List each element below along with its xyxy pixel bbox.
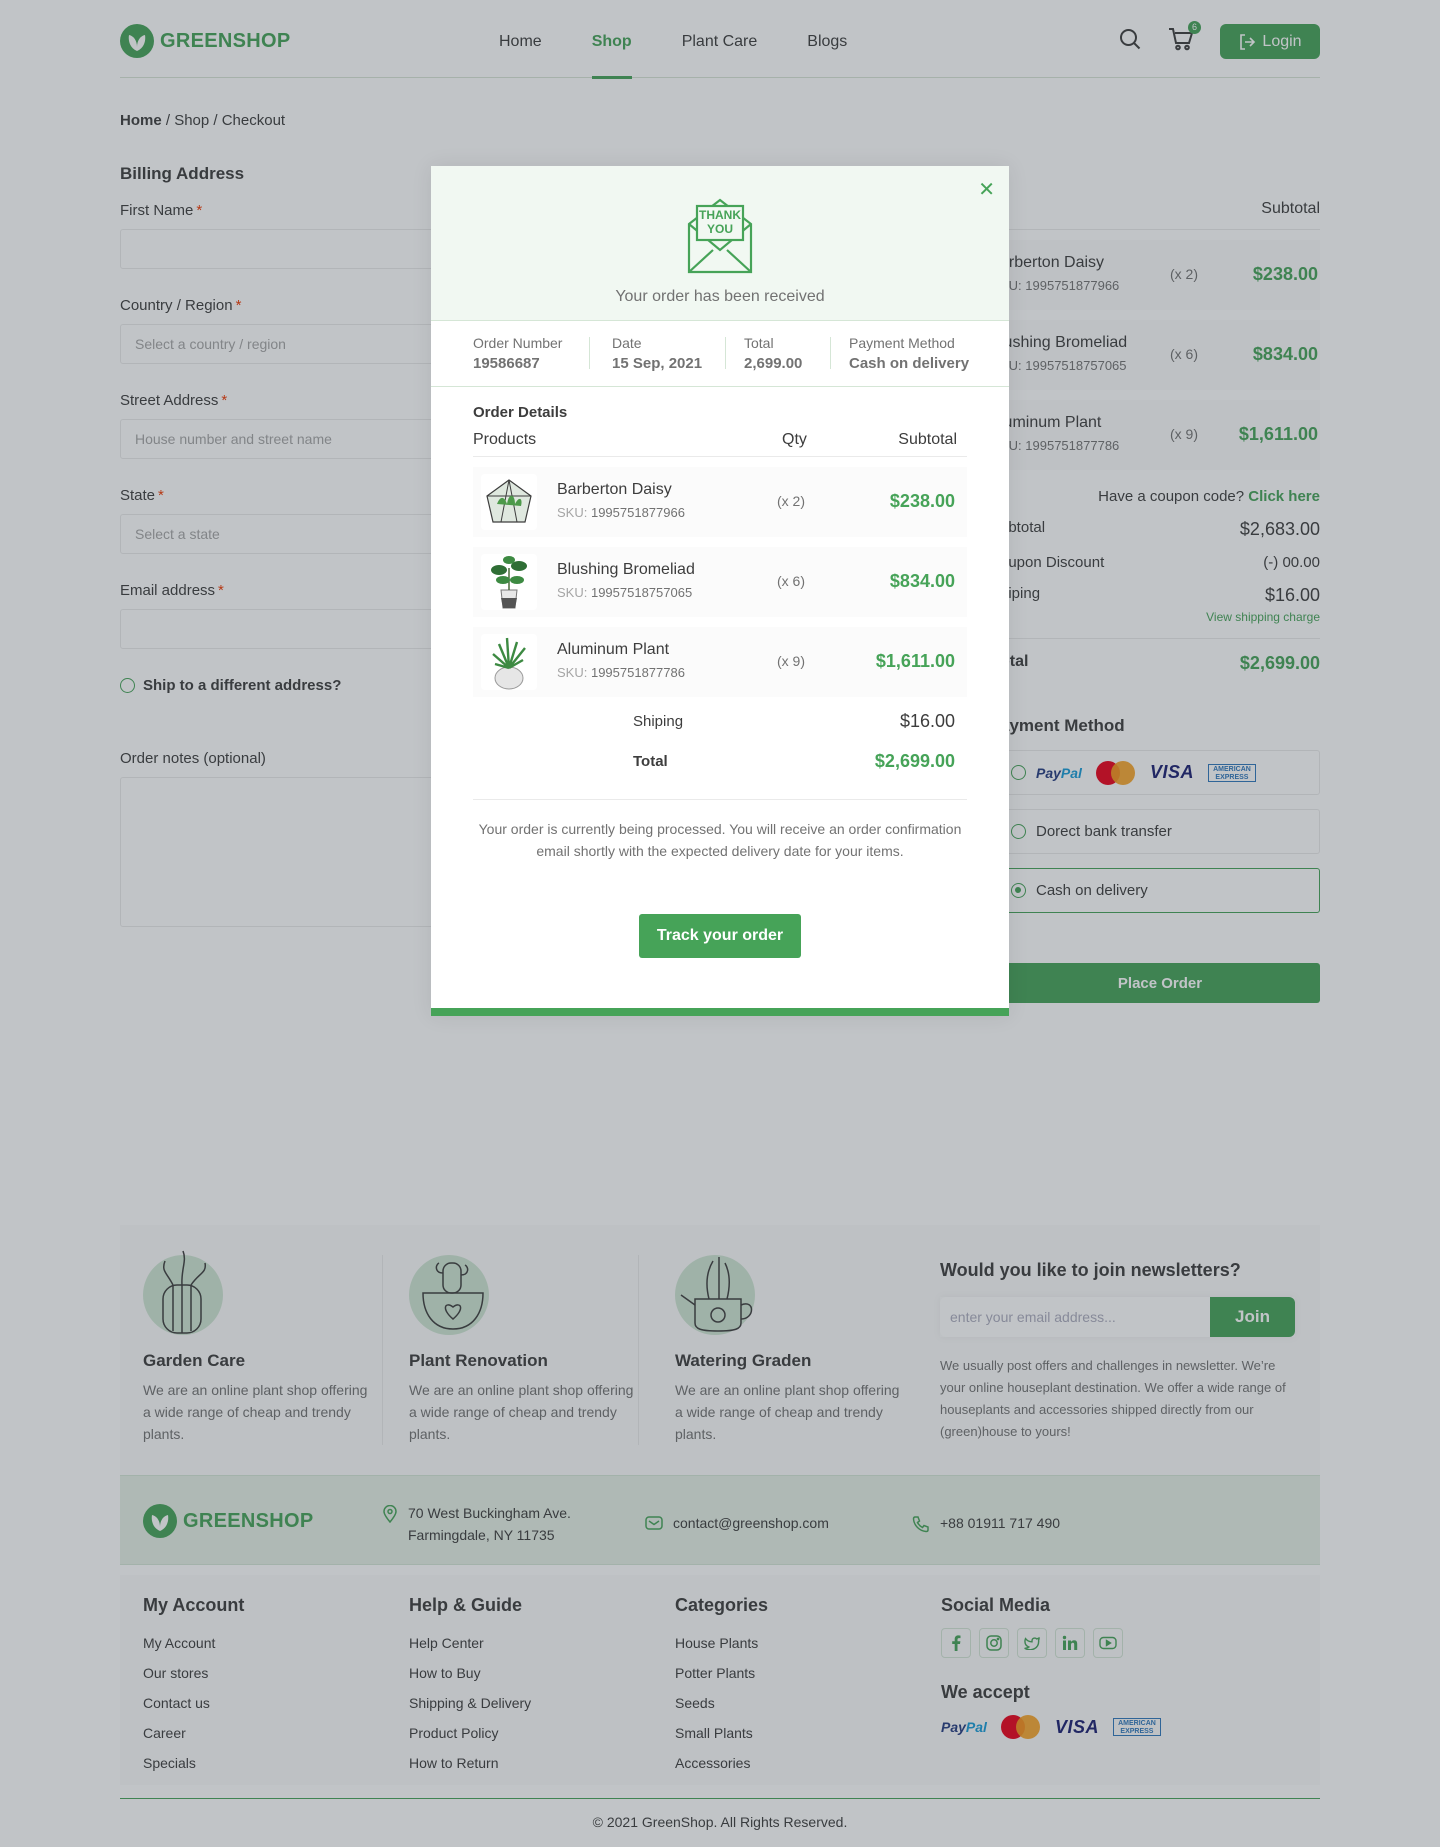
divider — [589, 337, 590, 369]
item-price: $834.00 — [889, 571, 955, 591]
modal-shipping-row: Shiping $16.00 — [473, 697, 967, 737]
item-sku: SKU: 19957518757065 — [557, 585, 692, 600]
order-item: Barberton Daisy SKU: 1995751877966 (x 2)… — [473, 467, 967, 537]
info-label: Order Number — [473, 335, 563, 351]
modal-total-row: Total $2,699.00 — [473, 737, 967, 777]
sku-label: SKU: — [557, 585, 588, 600]
item-qty: (x 6) — [777, 573, 805, 589]
order-confirmation-modal: ✕ THANK YOU Your order has been received… — [431, 166, 1009, 1016]
sku-value: 19957518757065 — [590, 585, 693, 600]
order-date: Date 15 Sep, 2021 — [612, 335, 702, 372]
total-value: $2,699.00 — [874, 751, 955, 771]
order-details-header: Products Qty Subtotal — [473, 421, 967, 457]
item-price: $238.00 — [889, 491, 955, 511]
order-item: Blushing Bromeliad SKU: 19957518757065 (… — [473, 547, 967, 617]
col-subtotal: Subtotal — [898, 431, 957, 448]
shipping-value: $16.00 — [899, 711, 955, 731]
thank-you-envelope-icon: THANK YOU — [686, 194, 754, 281]
col-qty: Qty — [782, 431, 807, 448]
plant-image — [481, 554, 537, 610]
thank-you-text: THANK YOU — [699, 208, 741, 236]
sku-label: SKU: — [557, 665, 588, 680]
sku-value: 1995751877966 — [590, 505, 685, 520]
order-number: Order Number 19586687 — [473, 335, 562, 372]
info-value: 2,699.00 — [744, 355, 803, 372]
sku-value: 1995751877786 — [590, 665, 685, 680]
order-details-title: Order Details — [473, 404, 568, 421]
order-item: Aluminum Plant SKU: 1995751877786 (x 9) … — [473, 627, 967, 697]
divider — [830, 337, 831, 369]
processing-message: Your order is currently being processed.… — [478, 821, 962, 859]
item-qty: (x 9) — [777, 653, 805, 669]
info-value: 19586687 — [473, 355, 540, 372]
item-price: $1,611.00 — [875, 651, 955, 671]
item-name: Blushing Bromeliad — [557, 561, 695, 578]
divider — [473, 799, 967, 800]
total-label: Total — [633, 753, 668, 770]
order-received-text: Your order has been received — [615, 288, 825, 305]
sku-label: SKU: — [557, 505, 588, 520]
order-total: Total 2,699.00 — [744, 335, 802, 372]
item-qty: (x 2) — [777, 493, 805, 509]
info-label: Date — [612, 335, 642, 351]
modal-bottom-bar — [431, 1008, 1009, 1016]
shipping-label: Shiping — [633, 713, 684, 730]
track-order-button[interactable]: Track your order — [639, 914, 801, 958]
info-value: Cash on delivery — [849, 355, 970, 372]
plant-image — [481, 474, 537, 530]
modal-header: ✕ THANK YOU Your order has been received — [431, 166, 1009, 321]
info-label: Total — [744, 335, 774, 351]
item-name: Barberton Daisy — [557, 481, 672, 498]
plant-image — [481, 634, 537, 690]
order-payment-method: Payment Method Cash on delivery — [849, 335, 969, 372]
col-products: Products — [473, 431, 537, 448]
order-info: Order Number 19586687 Date 15 Sep, 2021 To… — [431, 321, 1009, 387]
item-name: Aluminum Plant — [557, 641, 670, 658]
item-sku: SKU: 1995751877786 — [557, 665, 685, 680]
divider — [725, 337, 726, 369]
info-label: Payment Method — [849, 335, 955, 351]
info-value: 15 Sep, 2021 — [612, 355, 703, 372]
close-icon[interactable]: ✕ — [978, 180, 995, 200]
order-details: Order Details Products Qty Subtotal Barb… — [473, 404, 967, 862]
item-sku: SKU: 1995751877966 — [557, 505, 685, 520]
